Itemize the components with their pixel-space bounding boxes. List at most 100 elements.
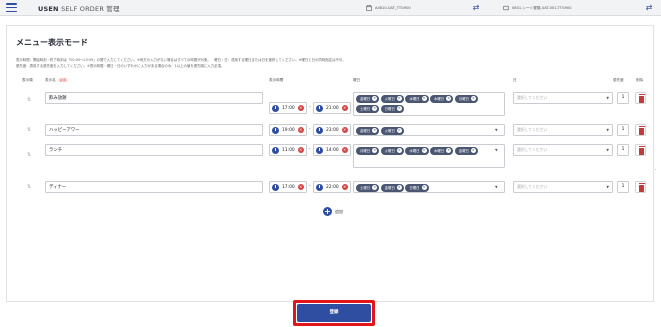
clock-icon (316, 146, 323, 154)
clear-x-icon[interactable]: × (341, 105, 348, 111)
date-select[interactable]: 選択してください ▼ (513, 124, 613, 136)
day-chip[interactable]: 木曜日 × (430, 94, 454, 103)
clear-x-icon[interactable]: × (372, 106, 378, 112)
day-chip[interactable]: 日曜日 × (405, 183, 429, 192)
days-select[interactable]: 金曜日 × 火曜日 × 水曜日 × 木曜日 × 月曜日 × 土曜日 × 日曜日 × (353, 92, 505, 116)
save-button[interactable]: 登録 (297, 304, 371, 322)
clock-icon (316, 183, 323, 191)
name-input[interactable]: ディナー (45, 181, 263, 193)
clear-x-icon[interactable]: × (396, 148, 402, 153)
chevron-down-icon: ▼ (606, 148, 609, 152)
clear-x-icon[interactable]: × (297, 105, 304, 111)
name-input[interactable]: 飲み放題 (45, 92, 263, 104)
day-chip[interactable]: 金曜日 × (356, 126, 380, 135)
store-selector[interactable]: A4810-UAT_TTG900 (366, 5, 411, 11)
day-chip[interactable]: 木曜日 × (430, 146, 454, 155)
end-time-input[interactable]: 23:00 × (313, 124, 351, 136)
date-select[interactable]: 選択してください ▼ (513, 181, 613, 193)
day-chip[interactable]: 金曜日 × (454, 146, 478, 155)
drag-handle-icon[interactable]: ⇅ (27, 184, 31, 190)
drag-handle-icon[interactable]: ⇅ (27, 127, 31, 133)
clear-x-icon[interactable]: × (372, 148, 378, 153)
clear-x-icon[interactable]: × (421, 185, 427, 190)
swap-arrows-icon[interactable]: ⇄ (644, 3, 654, 13)
date-placeholder: 選択してください (517, 95, 548, 100)
day-chip-label: 木曜日 (434, 96, 445, 101)
name-input[interactable]: ハッピーアワー (45, 124, 263, 136)
clear-x-icon[interactable]: × (470, 148, 476, 153)
swap-arrows-icon[interactable]: ⇄ (471, 3, 481, 13)
device-selector[interactable]: 0801-シート冒険-UAT-001-TTG900 (503, 5, 571, 11)
clear-x-icon[interactable]: × (297, 127, 304, 133)
day-chip[interactable]: 火曜日 × (380, 126, 404, 135)
clear-x-icon[interactable]: × (421, 148, 427, 153)
day-chip-label: 金曜日 (458, 148, 469, 153)
clear-x-icon[interactable]: × (396, 185, 402, 190)
day-chip[interactable]: 日曜日 × (380, 104, 404, 113)
date-select[interactable]: 選択してください ▼ (513, 92, 613, 104)
clear-x-icon[interactable]: × (341, 147, 348, 153)
start-time: 19:00 (282, 127, 295, 133)
clear-x-icon[interactable]: × (446, 148, 452, 153)
col-delete: 削除 (636, 78, 644, 82)
priority-input[interactable]: 1 (617, 181, 629, 193)
app-brand: USEN SELF ORDER 管理 (38, 3, 120, 13)
priority-input[interactable]: 1 (617, 144, 629, 156)
clear-x-icon[interactable]: × (372, 96, 378, 101)
clear-x-icon[interactable]: × (470, 96, 476, 101)
clear-x-icon[interactable]: × (396, 106, 402, 112)
clear-x-icon[interactable]: × (297, 184, 304, 190)
day-chip[interactable]: 土曜日 × (356, 104, 380, 113)
delete-button[interactable] (635, 92, 646, 104)
delete-button[interactable] (635, 144, 646, 156)
days-select[interactable]: 土曜日 × 金曜日 × 日曜日 × (353, 181, 505, 193)
clear-x-icon[interactable]: × (372, 128, 378, 133)
name-input[interactable]: ランチ (45, 144, 263, 156)
clear-x-icon[interactable]: × (421, 96, 427, 101)
clear-x-icon[interactable]: × (297, 147, 304, 153)
clock-icon (272, 104, 279, 112)
drag-handle-icon[interactable]: ⇅ (27, 152, 31, 158)
chevron-down-icon[interactable]: ▼ (495, 148, 498, 152)
day-chip[interactable]: 金曜日 × (356, 94, 380, 103)
end-time-input[interactable]: 14:00 × (313, 144, 351, 156)
priority-input[interactable]: 1 (617, 92, 629, 104)
hamburger-icon[interactable] (6, 3, 17, 12)
day-chip[interactable]: 火曜日 × (380, 94, 404, 103)
chevron-down-icon: ▼ (606, 185, 609, 189)
drag-handle-icon[interactable]: ⇅ (27, 97, 31, 103)
day-chip[interactable]: 月曜日 × (356, 146, 380, 155)
clear-x-icon[interactable]: × (396, 128, 402, 133)
days-select[interactable]: 月曜日 × 火曜日 × 水曜日 × 木曜日 × 金曜日 × (353, 144, 505, 168)
clear-x-icon[interactable]: × (341, 184, 348, 190)
add-row-button[interactable]: + 追加 (323, 207, 343, 216)
day-chip[interactable]: 月曜日 × (454, 94, 478, 103)
end-time-input[interactable]: 22:00 × (313, 181, 351, 193)
clear-x-icon[interactable]: × (446, 96, 452, 101)
day-chip[interactable]: 金曜日 × (380, 183, 404, 192)
range-separator: - (309, 105, 311, 110)
clear-x-icon[interactable]: × (372, 185, 378, 190)
clear-x-icon[interactable]: × (396, 96, 402, 101)
col-date: 日 (513, 78, 517, 82)
priority-input[interactable]: 1 (617, 124, 629, 136)
day-chip[interactable]: 土曜日 × (356, 183, 380, 192)
chevron-down-icon[interactable]: ▼ (495, 128, 498, 132)
delete-button[interactable] (635, 124, 646, 136)
clock-icon (272, 126, 279, 134)
clear-x-icon[interactable]: × (341, 127, 348, 133)
day-chip[interactable]: 火曜日 × (380, 146, 404, 155)
delete-button[interactable] (635, 181, 646, 193)
start-time-input[interactable]: 17:00 × (269, 102, 307, 114)
end-time-input[interactable]: 21:00 × (313, 102, 351, 114)
start-time-input[interactable]: 11:00 × (269, 144, 307, 156)
chevron-down-icon[interactable]: ▼ (495, 185, 498, 189)
day-chip[interactable]: 水曜日 × (405, 94, 429, 103)
start-time-input[interactable]: 17:00 × (269, 181, 307, 193)
days-select[interactable]: 金曜日 × 火曜日 × (353, 124, 505, 136)
day-chip-label: 日曜日 (384, 106, 395, 111)
date-select[interactable]: 選択してください ▼ (513, 144, 613, 156)
start-time-input[interactable]: 19:00 × (269, 124, 307, 136)
day-chip[interactable]: 水曜日 × (405, 146, 429, 155)
range-separator: - (309, 147, 311, 152)
